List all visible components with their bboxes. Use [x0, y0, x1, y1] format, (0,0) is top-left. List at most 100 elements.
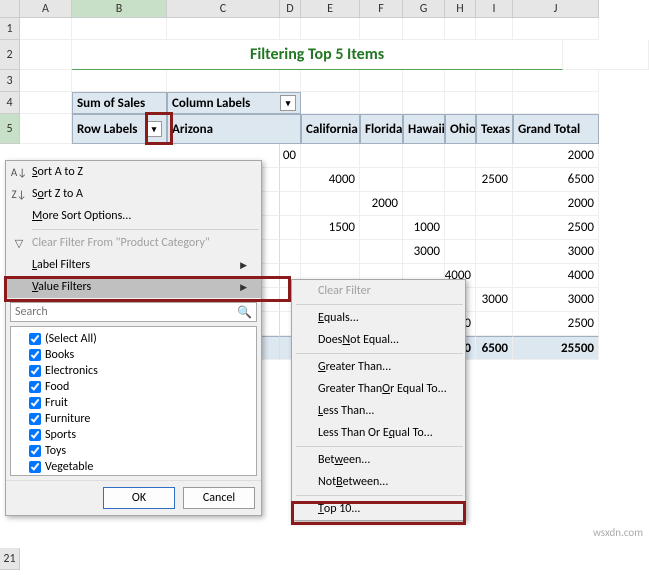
column-labels-dropdown[interactable]: ▾	[280, 95, 296, 111]
col-J[interactable]: J	[513, 0, 599, 18]
col-A[interactable]: A	[20, 0, 72, 18]
checkbox[interactable]	[29, 349, 41, 361]
filter-search[interactable]: 🔍	[10, 302, 257, 322]
sub-lte[interactable]: Less Than Or Equal To...	[292, 422, 465, 444]
row-labels-dropdown[interactable]: ▾	[146, 121, 162, 137]
row-labels-header[interactable]: Row Labels ▾	[72, 114, 167, 144]
sub-top-10[interactable]: Top 10...	[292, 498, 465, 520]
table-cell[interactable]	[403, 192, 445, 216]
table-cell[interactable]	[280, 240, 301, 264]
filter-checkbox-item[interactable]: Furniture	[15, 411, 252, 427]
filter-checkbox-item[interactable]: (Select All)	[15, 331, 252, 347]
table-cell[interactable]: 2500	[513, 216, 599, 240]
value-filters[interactable]: Value Filters ▶	[6, 276, 261, 298]
cancel-button[interactable]: Cancel	[183, 487, 255, 509]
table-cell[interactable]: 4000	[513, 264, 599, 288]
column-labels-header[interactable]: Column Labels ▾	[167, 92, 301, 114]
filter-checkbox-item[interactable]: Electronics	[15, 363, 252, 379]
table-cell[interactable]	[445, 192, 476, 216]
checkbox[interactable]	[29, 333, 41, 345]
col-F[interactable]: F	[360, 0, 403, 18]
row-21[interactable]: 21	[0, 548, 20, 570]
table-cell[interactable]: 4000	[301, 168, 360, 192]
table-cell[interactable]	[403, 144, 445, 168]
table-cell[interactable]: 3000	[513, 240, 599, 264]
table-cell[interactable]: 2000	[513, 192, 599, 216]
table-cell[interactable]: 3000	[476, 288, 513, 312]
sub-not-between[interactable]: Not Between...	[292, 471, 465, 493]
row-3[interactable]: 3	[0, 70, 20, 92]
table-cell[interactable]	[301, 192, 360, 216]
filter-checkbox-item[interactable]: Sports	[15, 427, 252, 443]
col-E[interactable]: E	[301, 0, 360, 18]
search-input[interactable]	[15, 305, 237, 319]
table-cell[interactable]	[476, 192, 513, 216]
table-cell[interactable]: 1000	[403, 216, 445, 240]
ok-button[interactable]: OK	[103, 487, 175, 509]
sub-less-than[interactable]: Less Than...	[292, 400, 465, 422]
table-cell[interactable]	[403, 168, 445, 192]
table-cell[interactable]	[280, 168, 301, 192]
checkbox[interactable]	[29, 413, 41, 425]
table-cell[interactable]	[360, 168, 403, 192]
col-C[interactable]: C	[167, 0, 280, 18]
sub-not-equal[interactable]: Does Not Equal...	[292, 329, 465, 351]
table-cell[interactable]	[476, 216, 513, 240]
checkbox[interactable]	[29, 381, 41, 393]
col-I[interactable]: I	[476, 0, 513, 18]
table-cell[interactable]: 2500	[513, 312, 599, 336]
table-cell[interactable]	[301, 240, 360, 264]
filter-items-list[interactable]: (Select All)BooksElectronicsFoodFruitFur…	[10, 326, 257, 476]
table-cell[interactable]	[445, 144, 476, 168]
table-cell[interactable]: 3000	[513, 288, 599, 312]
label-filters[interactable]: Label Filters ▶	[6, 254, 261, 276]
sub-gte[interactable]: Greater Than Or Equal To...	[292, 378, 465, 400]
table-cell[interactable]: 2000	[513, 144, 599, 168]
sub-greater-than[interactable]: Greater Than...	[292, 356, 465, 378]
sub-equals[interactable]: Equals...	[292, 307, 465, 329]
filter-checkbox-item[interactable]: Food	[15, 379, 252, 395]
checkbox[interactable]	[29, 445, 41, 457]
filter-checkbox-item[interactable]: Vegetable	[15, 459, 252, 475]
table-cell[interactable]	[360, 144, 403, 168]
table-cell[interactable]: 25500	[513, 336, 599, 360]
filter-checkbox-item[interactable]: Books	[15, 347, 252, 363]
row-4[interactable]: 4	[0, 92, 20, 114]
table-cell[interactable]: 00	[280, 144, 301, 168]
table-cell[interactable]	[445, 240, 476, 264]
filter-checkbox-item[interactable]: Toys	[15, 443, 252, 459]
row-1[interactable]: 1	[0, 18, 20, 40]
filter-checkbox-item[interactable]: Fruit	[15, 395, 252, 411]
col-B[interactable]: B	[72, 0, 167, 18]
sort-z-to-a[interactable]: Z↓ Sort Z to A	[6, 183, 261, 205]
col-H[interactable]: H	[445, 0, 476, 18]
col-D[interactable]: D	[280, 0, 301, 18]
col-G[interactable]: G	[403, 0, 445, 18]
table-cell[interactable]	[476, 144, 513, 168]
table-cell[interactable]	[360, 240, 403, 264]
table-cell[interactable]: 3000	[403, 240, 445, 264]
table-cell[interactable]	[476, 312, 513, 336]
table-cell[interactable]	[476, 264, 513, 288]
table-cell[interactable]	[301, 144, 360, 168]
table-cell[interactable]: 6500	[513, 168, 599, 192]
row-2[interactable]: 2	[0, 40, 20, 70]
table-cell[interactable]	[476, 240, 513, 264]
checkbox[interactable]	[29, 461, 41, 473]
table-cell[interactable]	[360, 216, 403, 240]
table-cell[interactable]: 6500	[476, 336, 513, 360]
table-cell[interactable]: 2000	[360, 192, 403, 216]
checkbox[interactable]	[29, 429, 41, 441]
more-sort-options[interactable]: More Sort Options...	[6, 205, 261, 227]
sub-between[interactable]: Between...	[292, 449, 465, 471]
table-cell[interactable]	[280, 216, 301, 240]
checkbox[interactable]	[29, 365, 41, 377]
table-cell[interactable]: 2500	[476, 168, 513, 192]
row-5[interactable]: 5	[0, 114, 20, 144]
checkbox[interactable]	[29, 397, 41, 409]
table-cell[interactable]	[445, 168, 476, 192]
table-cell[interactable]: 1500	[301, 216, 360, 240]
table-cell[interactable]	[445, 216, 476, 240]
table-cell[interactable]	[280, 192, 301, 216]
sort-a-to-z[interactable]: A↓ Sort A to Z	[6, 161, 261, 183]
